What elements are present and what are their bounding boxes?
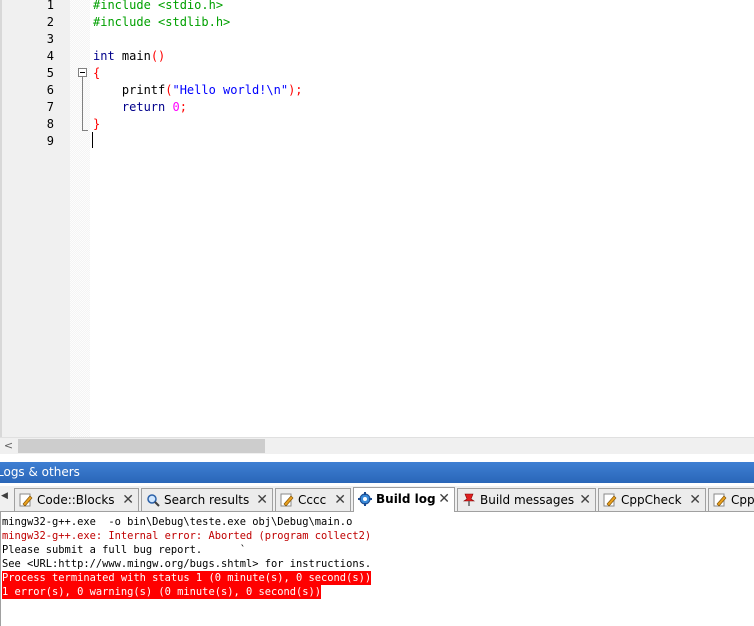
line-number: 4 bbox=[46, 49, 54, 63]
fold-end-marker bbox=[82, 130, 88, 131]
scroll-left-arrow-icon[interactable]: < bbox=[0, 438, 17, 454]
line-number-gutter: 1 2 3 4 5 6 7 8 9 bbox=[2, 0, 70, 437]
tab-cccc[interactable]: Cccc ✕ bbox=[275, 488, 351, 511]
identifier: main bbox=[114, 49, 151, 63]
code-line-5[interactable]: { bbox=[93, 65, 100, 82]
horizontal-scrollbar[interactable]: < bbox=[0, 437, 754, 454]
pencil-icon bbox=[713, 493, 727, 507]
line-number: 1 bbox=[46, 0, 54, 12]
line-number: 5 bbox=[46, 66, 54, 80]
tab-label: Cccc bbox=[298, 493, 327, 507]
operator: () bbox=[150, 49, 166, 63]
string-literal: "Hello world!\n" bbox=[172, 83, 289, 97]
operator: ); bbox=[288, 83, 303, 97]
tab-label: Search results bbox=[164, 493, 250, 507]
line-number: 2 bbox=[46, 15, 54, 29]
fold-line bbox=[82, 77, 83, 131]
code-line-6[interactable]: printf("Hello world!\n"); bbox=[93, 82, 303, 99]
operator: } bbox=[93, 117, 101, 131]
code-line-7[interactable]: return 0; bbox=[93, 99, 187, 116]
code-editor[interactable]: 1 2 3 4 5 6 7 8 9 #include <stdio.h> #in… bbox=[0, 0, 754, 437]
tab-search-results[interactable]: Search results ✕ bbox=[141, 488, 273, 511]
fold-margin bbox=[70, 0, 90, 437]
tab-label: CppCheck bbox=[621, 493, 682, 507]
tab-label: Build log bbox=[376, 492, 436, 506]
identifier: printf bbox=[93, 83, 166, 97]
pencil-icon bbox=[19, 493, 33, 507]
search-icon bbox=[147, 494, 160, 507]
operator: ; bbox=[179, 100, 187, 114]
code-line-4[interactable]: int main() bbox=[93, 48, 165, 65]
tab-label: CppC bbox=[731, 493, 754, 507]
code-line-2[interactable]: #include <stdlib.h> bbox=[93, 14, 230, 31]
preprocessor-directive: #include <stdlib.h> bbox=[93, 15, 231, 29]
tab-cppc[interactable]: CppC bbox=[708, 488, 754, 511]
tab-label: Code::Blocks bbox=[37, 493, 115, 507]
log-line: mingw32-g++.exe -o bin\Debug\teste.exe o… bbox=[2, 516, 353, 528]
close-icon[interactable]: ✕ bbox=[122, 489, 134, 511]
log-line: See <URL:http://www.mingw.org/bugs.shtml… bbox=[2, 558, 372, 570]
pencil-icon bbox=[280, 493, 294, 507]
keyword: int bbox=[93, 49, 115, 63]
text-caret bbox=[92, 132, 93, 148]
pin-icon bbox=[463, 493, 475, 506]
build-log-output[interactable]: mingw32-g++.exe -o bin\Debug\teste.exe o… bbox=[0, 512, 754, 626]
line-number: 3 bbox=[46, 32, 54, 46]
log-line-highlighted: Process terminated with status 1 (0 minu… bbox=[2, 571, 372, 585]
line-number: 6 bbox=[46, 83, 54, 97]
line-number: 9 bbox=[46, 134, 54, 148]
logs-panel-title[interactable]: Logs & others bbox=[0, 462, 754, 483]
preprocessor-directive: #include <stdio.h> bbox=[93, 0, 224, 12]
line-number: 8 bbox=[46, 117, 54, 131]
tab-codeblocks[interactable]: Code::Blocks ✕ bbox=[14, 488, 139, 511]
code-line-1[interactable]: #include <stdio.h> bbox=[93, 0, 223, 14]
close-icon[interactable]: ✕ bbox=[689, 489, 701, 511]
tab-build-log[interactable]: Build log ✕ bbox=[353, 487, 455, 512]
tab-label: Build messages bbox=[480, 493, 575, 507]
log-line-error: mingw32-g++.exe: Internal error: Aborted… bbox=[2, 530, 372, 542]
tab-build-messages[interactable]: Build messages ✕ bbox=[457, 488, 596, 511]
tab-scroll-left-icon[interactable]: ◀ bbox=[1, 491, 8, 501]
log-line: Please submit a full bug report. ` bbox=[2, 544, 246, 556]
log-line-highlighted: 1 error(s), 0 warning(s) (0 minute(s), 0… bbox=[2, 585, 322, 599]
logs-tab-bar: ◀ Code::Blocks ✕ Search results ✕ Cccc ✕… bbox=[0, 486, 754, 512]
close-icon[interactable]: ✕ bbox=[438, 488, 450, 510]
scrollbar-thumb[interactable] bbox=[18, 439, 265, 453]
fold-collapse-icon[interactable] bbox=[78, 68, 87, 77]
operator: { bbox=[93, 66, 101, 80]
keyword: return bbox=[93, 100, 166, 114]
close-icon[interactable]: ✕ bbox=[334, 489, 346, 511]
pencil-icon bbox=[603, 493, 617, 507]
number-literal: 0 bbox=[165, 100, 180, 114]
gear-icon bbox=[358, 492, 372, 506]
close-icon[interactable]: ✕ bbox=[579, 489, 591, 511]
tab-cppcheck[interactable]: CppCheck ✕ bbox=[598, 488, 706, 511]
close-icon[interactable]: ✕ bbox=[256, 489, 268, 511]
code-line-8[interactable]: } bbox=[93, 116, 100, 133]
line-number: 7 bbox=[46, 100, 54, 114]
